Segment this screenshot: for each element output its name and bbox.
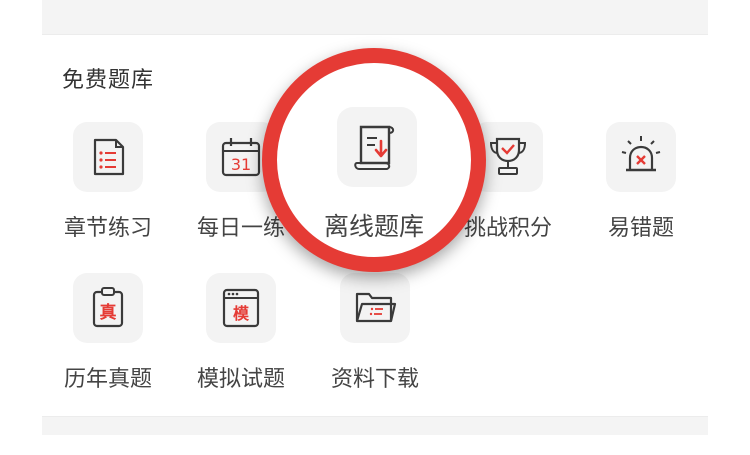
tile-label: 历年真题 <box>63 367 152 392</box>
tile-label: 资料下载 <box>330 367 419 392</box>
tile-label: 易错题 <box>607 216 674 241</box>
tile-error-prone[interactable]: 易错题 <box>576 122 706 272</box>
bottom-divider-strip <box>42 416 708 435</box>
alarm-light-icon <box>606 122 676 192</box>
browser-glyph: 模 <box>233 304 250 323</box>
offline-download-icon <box>337 107 417 187</box>
highlight-magnifier-offline-bank[interactable]: 离线题库 <box>262 48 486 272</box>
top-divider-strip <box>42 0 708 35</box>
clipboard-glyph: 真 <box>100 302 117 323</box>
tile-label: 章节练习 <box>63 216 152 241</box>
tile-label: 离线题库 <box>323 212 424 241</box>
section-title: 免费题库 <box>62 68 155 93</box>
tile-label: 模拟试题 <box>196 367 285 392</box>
folder-icon <box>340 273 410 343</box>
calendar-day-text: 31 <box>231 155 251 174</box>
chapter-list-icon <box>73 122 143 192</box>
browser-window-icon: 模 <box>206 273 276 343</box>
tile-chapter-practice[interactable]: 章节练习 <box>43 122 173 272</box>
clipboard-icon: 真 <box>73 273 143 343</box>
tile-material-download[interactable]: 资料下载 <box>310 273 440 423</box>
tile-mock-exams[interactable]: 模 模拟试题 <box>176 273 306 423</box>
tile-past-exams[interactable]: 真 历年真题 <box>43 273 173 423</box>
